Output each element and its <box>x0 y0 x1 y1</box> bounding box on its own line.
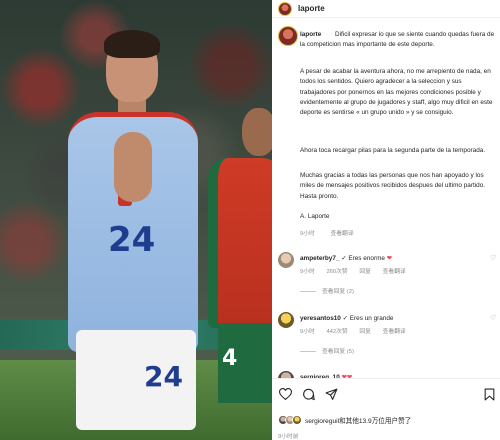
see-translation-link[interactable]: 查看翻译 <box>383 269 406 275</box>
reply-button[interactable]: 回复 <box>359 269 371 275</box>
caption-username[interactable]: laporte <box>300 30 321 40</box>
like-comment-heart-icon[interactable]: ♡ <box>490 315 498 323</box>
likes-text[interactable]: sergioreguil和其他13.9万位用户赞了 <box>305 415 411 425</box>
likes-summary[interactable]: sergioreguil和其他13.9万位用户赞了 <box>278 415 411 425</box>
caption-time: 9小时 <box>300 231 315 237</box>
liker-avatar <box>292 415 302 425</box>
comment-meta: 9小时 260次赞 回复 查看翻译 <box>300 266 416 275</box>
header-username[interactable]: laporte <box>298 4 325 13</box>
like-comment-heart-icon[interactable]: ♡ <box>490 255 498 263</box>
comment-icon[interactable] <box>301 387 315 401</box>
comment-text: Eres un grande <box>349 315 394 322</box>
comment-username[interactable]: ampeterby7_ <box>300 255 339 262</box>
view-replies-link[interactable]: 查看回复 (2) <box>300 286 354 295</box>
caption-paragraph-4: Muchas gracias a todas las personas que … <box>300 172 486 200</box>
caption-paragraph-3: Ahora toca recargar pilas para la segund… <box>300 147 486 154</box>
caption-signature: A. Laporte <box>300 213 330 220</box>
comment-meta: 9小时 442次赞 回复 查看翻译 <box>300 326 416 335</box>
caption-text: Dificil expresar lo que se siente cuando… <box>300 31 495 49</box>
post-photo[interactable]: 4 24 24 <box>0 0 272 440</box>
avatar[interactable] <box>278 26 298 46</box>
caption-paragraph-1: laporte Dificil expresar lo que se sient… <box>300 30 496 51</box>
post-header: laporte <box>272 0 500 18</box>
verified-icon: ✓ <box>341 255 347 262</box>
comment-text: Eres enorme <box>348 255 385 262</box>
avatar[interactable] <box>278 312 294 328</box>
like-heart-icon[interactable] <box>278 387 292 401</box>
comment-time: 9小时 <box>300 329 315 335</box>
action-bar: sergioreguil和其他13.9万位用户赞了 9小时前 <box>272 378 500 440</box>
avatar[interactable] <box>278 1 292 16</box>
comment-likes[interactable]: 260次赞 <box>326 269 347 275</box>
main-player: 24 24 <box>62 30 212 440</box>
comment-time: 9小时 <box>300 269 315 275</box>
avatar[interactable] <box>278 252 294 268</box>
post-time: 9小时前 <box>278 434 299 440</box>
share-icon[interactable] <box>324 387 338 401</box>
heart-emoji: ❤ <box>386 255 393 262</box>
see-translation-link[interactable]: 查看翻译 <box>330 231 353 237</box>
comment-username[interactable]: yeresantos10 <box>300 315 341 322</box>
view-replies-link[interactable]: 查看回复 (5) <box>300 346 354 355</box>
comment-likes[interactable]: 442次赞 <box>326 329 347 335</box>
verified-icon: ✓ <box>342 315 348 322</box>
bookmark-icon[interactable] <box>482 387 496 401</box>
reply-button[interactable]: 回复 <box>359 329 371 335</box>
see-translation-link[interactable]: 查看翻译 <box>383 329 406 335</box>
post-details-panel: laporte laporte Dificil expresar lo que … <box>272 0 500 440</box>
caption-paragraph-2: A pesar de acabar la aventura ahora, no … <box>300 68 493 117</box>
caption-meta: 9小时 查看翻译 <box>300 228 368 237</box>
